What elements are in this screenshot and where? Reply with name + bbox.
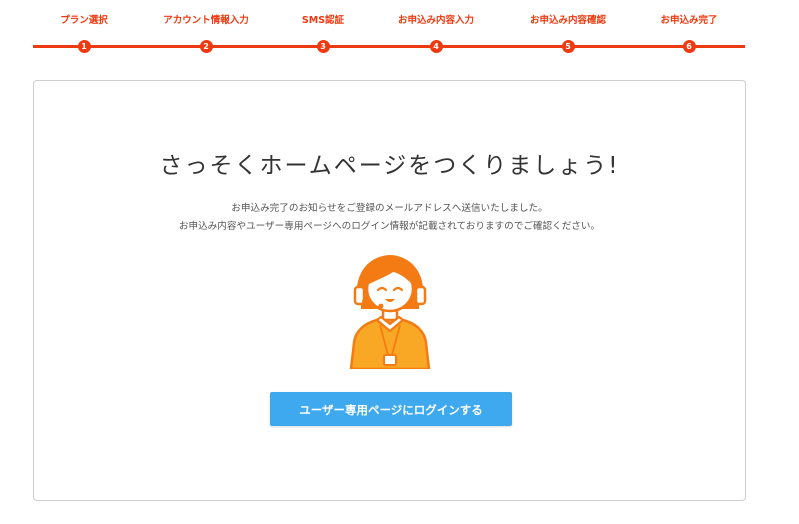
step-5: お申込み内容確認 5 <box>508 14 628 53</box>
step-label: お申込み内容確認 <box>529 15 606 26</box>
page-title: さっそくホームページをつくりましょう! <box>159 153 620 179</box>
login-button[interactable]: ユーザー専用ページにログインする <box>270 392 512 426</box>
description-line-2: お申込み内容やユーザー専用ページへのログイン情報が記載されておりますのでご確認く… <box>178 221 601 232</box>
step-4: お申込み内容入力 4 <box>376 14 496 53</box>
step-number: 3 <box>316 40 330 53</box>
step-label: お申込み内容入力 <box>397 15 474 26</box>
step-number: 4 <box>429 40 443 53</box>
step-label: プラン選択 <box>60 15 108 26</box>
stepper-line <box>33 45 745 48</box>
step-number: 5 <box>561 40 575 53</box>
step-number: 1 <box>77 40 91 53</box>
step-2: アカウント情報入力 2 <box>146 14 266 53</box>
step-label: アカウント情報入力 <box>163 15 249 26</box>
step-1: プラン選択 1 <box>24 14 144 53</box>
step-6: お申込み完了 6 <box>629 14 749 53</box>
page: プラン選択 1 アカウント情報入力 2 SMS認証 3 お申込み内容入力 4 お… <box>0 0 799 524</box>
step-3: SMS認証 3 <box>263 14 383 53</box>
step-number: 6 <box>682 40 696 53</box>
completion-card: さっそくホームページをつくりましょう! お申込み完了のお知らせをご登録のメールア… <box>33 80 746 501</box>
progress-stepper: プラン選択 1 アカウント情報入力 2 SMS認証 3 お申込み内容入力 4 お… <box>33 14 745 56</box>
step-label: お申込み完了 <box>660 15 718 26</box>
description-line-1: お申込み完了のお知らせをご登録のメールアドレスへ送信いたしました。 <box>231 203 548 214</box>
step-number: 2 <box>199 40 213 53</box>
support-operator-icon <box>349 255 431 369</box>
step-label: SMS認証 <box>301 15 345 26</box>
